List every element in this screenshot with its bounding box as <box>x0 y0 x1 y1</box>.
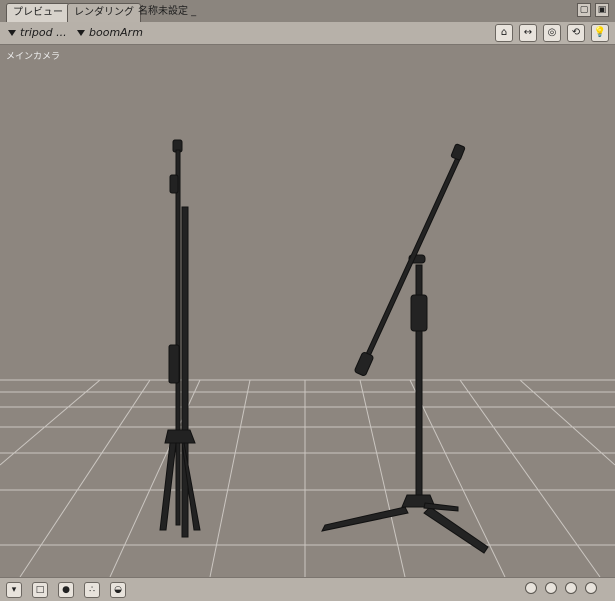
sphere-icon[interactable]: ● <box>58 582 74 598</box>
window-minimize-icon[interactable]: ▢ <box>577 3 591 17</box>
move-icon[interactable]: ↔ <box>519 24 537 42</box>
tripod-inner-pole[interactable] <box>181 206 189 538</box>
boom-leg-left[interactable] <box>321 506 409 532</box>
tab-render[interactable]: レンダリング <box>67 3 141 22</box>
tripod-stand-left[interactable] <box>159 139 201 538</box>
actor-dropdown[interactable]: boomArm <box>77 25 143 41</box>
dot-2[interactable] <box>545 582 557 594</box>
particles-icon[interactable]: ∴ <box>84 582 100 598</box>
tab-untitled[interactable]: 名称未設定 _ <box>132 3 202 21</box>
tab-preview[interactable]: プレビュー <box>6 3 70 22</box>
tab-bar: プレビュー レンダリング 名称未設定 _ ▢ ▣ <box>0 0 615 23</box>
tripod-base[interactable] <box>164 429 196 444</box>
tripod-clamp[interactable] <box>169 174 179 194</box>
render-icon[interactable]: ◒ <box>110 582 126 598</box>
dot-4[interactable] <box>585 582 597 594</box>
3d-viewport[interactable]: メインカメラ <box>0 45 615 577</box>
bottom-right-dots <box>525 582 597 594</box>
tripod-pole[interactable] <box>175 149 181 526</box>
rotate-icon[interactable]: ⟲ <box>567 24 585 42</box>
actor-dropdown-label: boomArm <box>89 26 143 39</box>
tripod-lower-clamp[interactable] <box>168 344 180 384</box>
dropdown-triangle-icon <box>77 30 85 36</box>
bottom-left-controls: ▾ □ ● ∴ ◒ <box>6 582 126 598</box>
window-controls: ▢ ▣ <box>577 3 609 19</box>
boom-leg-right[interactable] <box>423 506 489 554</box>
dot-1[interactable] <box>525 582 537 594</box>
viewport-toolbar: tripod ... boomArm ⌂ ↔ ◎ ⟲ 💡 <box>0 22 615 45</box>
boom-counterweight[interactable] <box>354 351 374 377</box>
floor-grid <box>0 139 615 577</box>
light-bulb-icon[interactable]: 💡 <box>591 24 609 42</box>
menu-triangle-icon[interactable]: ▾ <box>6 582 22 598</box>
target-icon[interactable]: ◎ <box>543 24 561 42</box>
camera-icon[interactable]: ⌂ <box>495 24 513 42</box>
viewport-bottom-bar: ▾ □ ● ∴ ◒ <box>0 577 615 601</box>
boom-mid-clamp[interactable] <box>410 294 428 332</box>
boom-mic-clip[interactable] <box>450 143 466 161</box>
figure-dropdown[interactable]: tripod ... <box>8 25 67 41</box>
tripod-leg-1[interactable] <box>159 442 177 531</box>
figure-dropdown-label: tripod ... <box>20 26 67 39</box>
dropdown-triangle-icon <box>8 30 16 36</box>
layout-icon[interactable]: □ <box>32 582 48 598</box>
boom-arm[interactable] <box>360 152 463 368</box>
poser-window: プレビュー レンダリング 名称未設定 _ ▢ ▣ tripod ... boom… <box>0 0 615 601</box>
dot-3[interactable] <box>565 582 577 594</box>
grid-lines <box>0 379 615 577</box>
window-close-icon[interactable]: ▣ <box>595 3 609 17</box>
camera-tools: ⌂ ↔ ◎ ⟲ 💡 <box>495 24 609 42</box>
boom-stand-right[interactable] <box>321 143 489 554</box>
